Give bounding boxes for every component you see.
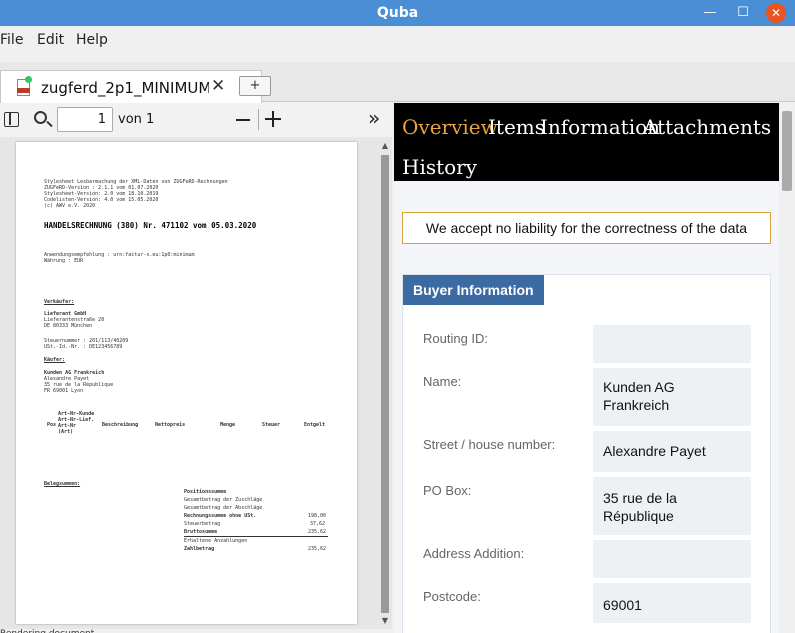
totals-label: Gesamtbetrag der Abschläge [184,505,263,511]
scroll-up-icon[interactable]: ▲ [380,141,390,150]
field-label-routing-id: Routing ID: [423,331,489,346]
col-art: (Art) [58,429,74,435]
col-qty: Menge [220,422,236,428]
field-value-routing-id [593,325,751,363]
nav-items[interactable]: Items [488,115,545,139]
nav-history[interactable]: History [402,155,477,179]
close-tab-icon[interactable]: ✕ [211,76,225,96]
tab-document[interactable]: zugferd_2p1_MINIMUM_Rechnung.pdf ✕ [0,70,262,103]
col-desc: Beschreibung [102,422,139,428]
field-label-street: Street / house number: [423,437,556,452]
maximize-icon[interactable]: ☐ [733,3,753,23]
field-value-postcode: 69001 [593,583,751,623]
add-tab-button[interactable]: + [239,76,271,96]
pdf-scrollbar[interactable]: ▲ ▼ [380,141,390,626]
totals-label: Bruttosumme [184,529,218,535]
totals-label: Gesamtbetrag der Zuschläge [184,497,263,503]
totals-rule [184,536,328,537]
totals-label: Rechnungssumme ohne USt. [184,513,257,519]
seller-heading: Verkäufer: [44,299,75,305]
menu-help[interactable]: Help [76,32,108,48]
status-bar: Rendering document [0,629,392,633]
field-value-po-box: 35 rue de la République [593,477,751,535]
totals-label: Steuerbetrag [184,521,221,527]
page-number-input[interactable]: 1 [57,107,113,132]
col-tax: Steuer [262,422,281,428]
card-title: Buyer Information [403,275,544,305]
details-nav: Overview Items Information Attachments H… [394,103,779,181]
close-window-icon[interactable]: ✕ [766,3,786,23]
pdf-viewer: 1 von 1 » Stylesheet Lesbarmachung der X… [0,103,392,630]
zoom-out-icon[interactable] [236,119,250,121]
minimize-icon[interactable]: — [700,3,720,23]
pdf-scroll-area[interactable]: Stylesheet Lesbarmachung der XML-Daten v… [0,137,392,630]
totals-title: Positionssumme [184,489,227,495]
pdf-page: Stylesheet Lesbarmachung der XML-Daten v… [16,142,357,624]
buyer-heading: Käufer: [44,357,66,363]
scroll-down-icon[interactable]: ▼ [380,616,390,625]
meta-line: Währung : EUR [44,258,84,264]
details-scrollbar[interactable] [779,103,795,633]
buyer-line: FR 69001 Lyon [44,388,84,394]
pdf-file-icon [17,76,32,96]
totals-heading: Belegsummen: [44,481,81,487]
totals-label: Zahlbetrag [184,546,215,552]
tab-label: zugferd_2p1_MINIMUM_Rechnung.pdf [41,79,209,97]
menu-edit[interactable]: Edit [37,32,64,48]
field-label-name: Name: [423,374,462,389]
menu-file[interactable]: File [0,32,23,48]
buyer-info-card: Buyer Information Routing ID: Name: Kund… [402,274,771,633]
window-titlebar: Quba — ☐ ✕ [0,0,795,26]
totals-value: 37,62 [310,521,326,527]
pdf-scroll-thumb[interactable] [381,155,389,613]
details-scroll-thumb[interactable] [782,111,792,191]
more-tools-icon[interactable]: » [368,108,380,128]
page-count-label: von 1 [118,112,155,127]
zoom-in-icon[interactable] [265,111,281,127]
toolbar-divider [258,109,259,130]
totals-value: 198,00 [308,513,327,519]
col-total: Entgelt [304,422,326,428]
disclaimer-box: We accept no liability for the correctne… [402,212,771,244]
seller-line: DE 80333 München [44,323,93,329]
nav-overview[interactable]: Overview [402,115,498,139]
field-label-postcode: Postcode: [423,589,481,604]
field-label-po-box: PO Box: [423,483,472,498]
tab-bar: zugferd_2p1_MINIMUM_Rechnung.pdf ✕ + [0,62,795,103]
field-value-address-addition [593,540,751,578]
field-label-address-addition: Address Addition: [423,546,525,561]
totals-label: Erhaltene Anzahlungen [184,538,248,544]
field-value-name: Kunden AG Frankreich [593,368,751,426]
totals-value: 235,62 [308,546,327,552]
seller-tax-line: USt.-Id.-Nr. : DE123456789 [44,344,123,350]
col-net: Nettopreis [155,422,186,428]
nav-attachments[interactable]: Attachments [643,115,771,139]
pdf-toolbar: 1 von 1 » [0,103,392,137]
header-line: (c) AWV e.V. 2020 [44,203,96,209]
field-value-street: Alexandre Payet [593,431,751,472]
sidebar-toggle-icon[interactable] [4,112,19,127]
window-title: Quba [376,5,419,21]
totals-value: 235,62 [308,529,327,535]
col-pos: Pos [47,422,57,428]
invoice-details-pane: Overview Items Information Attachments H… [394,103,795,633]
search-icon[interactable] [34,111,47,124]
invoice-title: HANDELSRECHNUNG (380) Nr. 471102 vom 05.… [44,221,257,230]
